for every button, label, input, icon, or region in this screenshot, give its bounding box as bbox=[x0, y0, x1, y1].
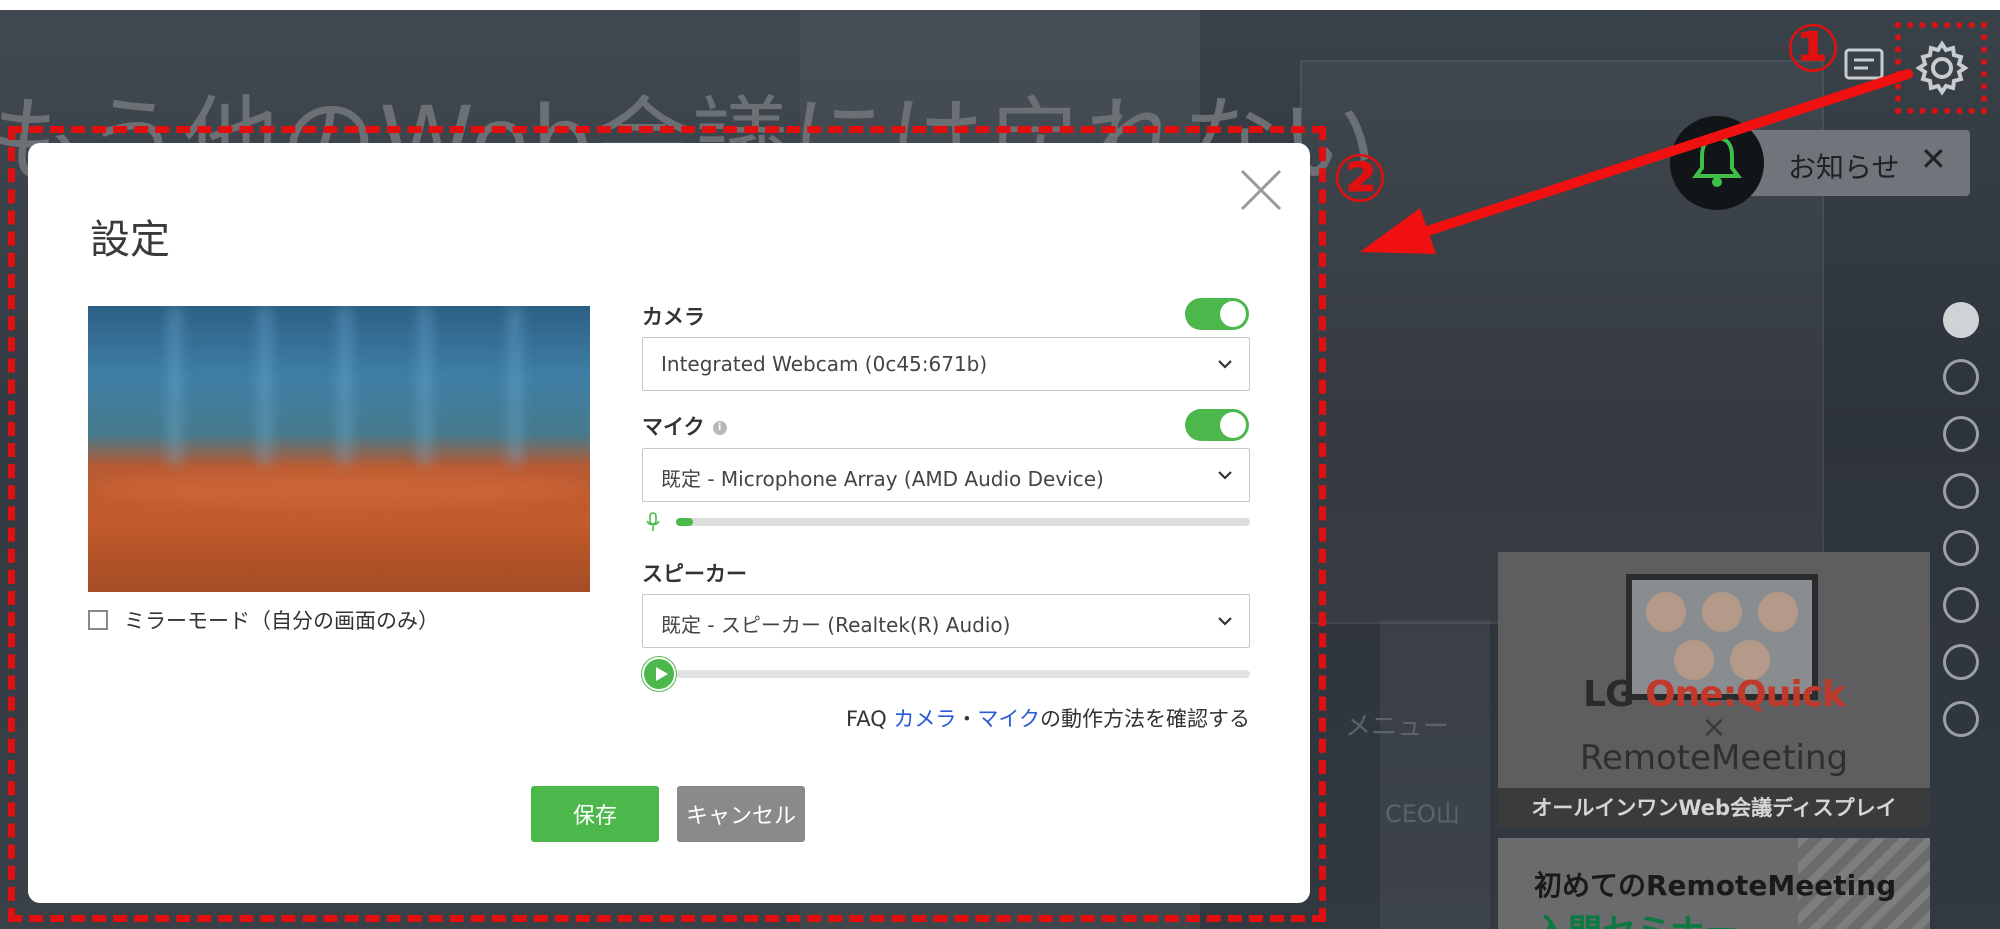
notification-close-button[interactable]: ✕ bbox=[1920, 140, 1947, 178]
ad-face bbox=[1758, 592, 1798, 632]
ad-face bbox=[1702, 592, 1742, 632]
ad-face bbox=[1646, 592, 1686, 632]
page-dot[interactable] bbox=[1943, 701, 1979, 737]
background-menu-text: メニュー bbox=[1345, 712, 1450, 742]
page-dot[interactable] bbox=[1943, 359, 1979, 395]
page-dot[interactable] bbox=[1943, 587, 1979, 623]
page-dot[interactable] bbox=[1943, 530, 1979, 566]
ad-brand: LG One:Quick bbox=[1498, 674, 1930, 715]
page-dot[interactable] bbox=[1943, 473, 1979, 509]
ad-product: RemoteMeeting bbox=[1579, 738, 1849, 778]
ad-seminar-title: 初めてのRemoteMeeting bbox=[1534, 869, 1897, 902]
ad-seminar-subtitle: 入門セミナー bbox=[1534, 904, 1738, 929]
modal-highlight-frame bbox=[8, 126, 1326, 922]
page-dot[interactable] bbox=[1943, 416, 1979, 452]
ad-brand-prefix: LG bbox=[1583, 674, 1646, 715]
page-dot[interactable] bbox=[1943, 302, 1979, 338]
background-panel-lower bbox=[1380, 620, 1490, 929]
ad-brand-accent: One:Quick bbox=[1645, 674, 1846, 715]
ad-banner-seminar[interactable]: 初めてのRemoteMeeting 入門セミナー bbox=[1498, 838, 1930, 929]
page-indicator bbox=[1943, 302, 1987, 758]
annotation-arrow bbox=[1360, 69, 1913, 254]
ad-caption: オールインワンWeb会議ディスプレイ bbox=[1498, 788, 1930, 828]
top-strip bbox=[0, 0, 2000, 10]
ad-banner-lg[interactable]: LG One:Quick × RemoteMeeting オールインワンWeb会… bbox=[1498, 552, 1930, 828]
page-dot[interactable] bbox=[1943, 644, 1979, 680]
background-ceo-text: CEO山 bbox=[1385, 800, 1460, 828]
